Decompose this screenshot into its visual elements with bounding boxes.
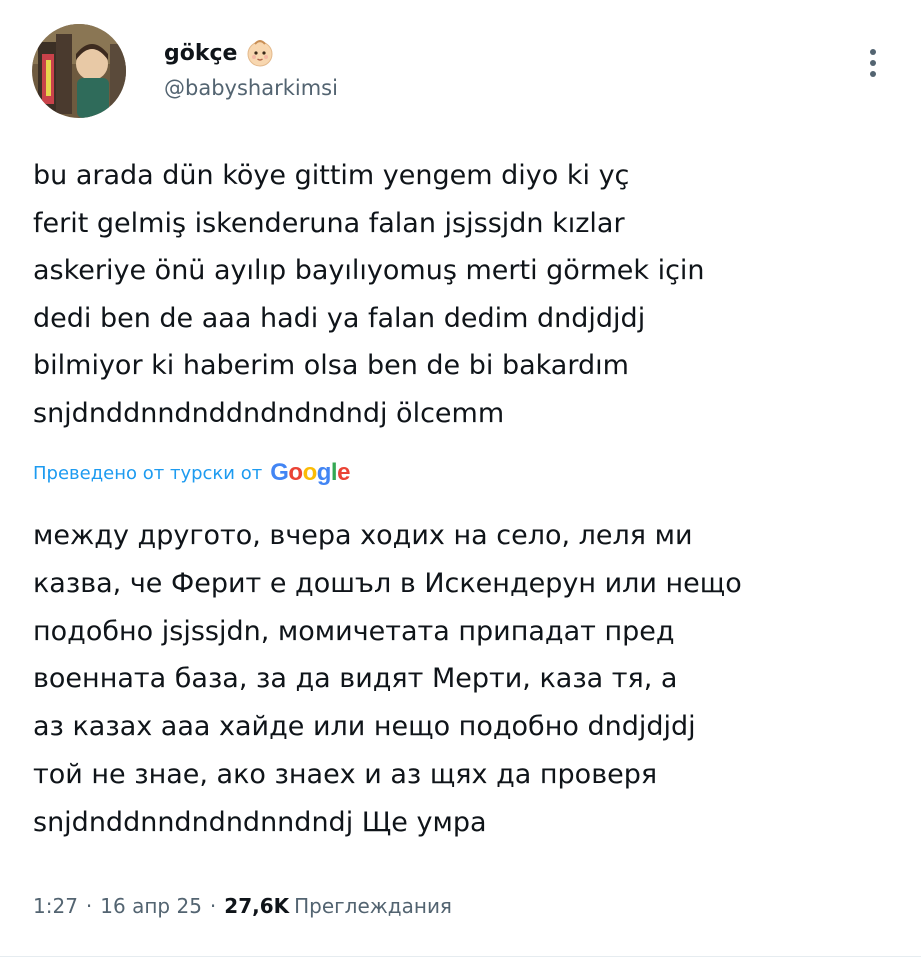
translation-label[interactable]: Преведено от турски от: [33, 463, 262, 484]
google-logo: Google: [270, 459, 350, 486]
tweet-date[interactable]: 16 апр 25: [100, 894, 202, 918]
avatar[interactable]: [32, 24, 126, 118]
views-label[interactable]: Преглеждания: [294, 894, 452, 918]
translation-attribution[interactable]: Преведено от турски от Google: [33, 456, 350, 490]
tweet-text: bu arada dün köye gittim yengem diyo ki …: [33, 160, 705, 429]
avatar-image: [32, 24, 126, 118]
views-count[interactable]: 27,6K: [224, 894, 289, 918]
divider: [0, 956, 921, 957]
more-vertical-icon[interactable]: [860, 46, 886, 84]
baby-face-icon: [245, 38, 275, 68]
meta-separator: ·: [209, 894, 217, 918]
tweet-time[interactable]: 1:27: [33, 894, 78, 918]
author-display-name[interactable]: gökçe: [164, 41, 237, 66]
author-name-row[interactable]: gökçe: [164, 36, 275, 70]
translated-text: между другото, вчера ходих на село, леля…: [33, 520, 742, 838]
author-handle[interactable]: @babysharkimsi: [164, 76, 338, 100]
tweet-meta: 1:27 · 16 апр 25 · 27,6K Преглеждания: [33, 888, 452, 924]
meta-separator: ·: [85, 894, 93, 918]
